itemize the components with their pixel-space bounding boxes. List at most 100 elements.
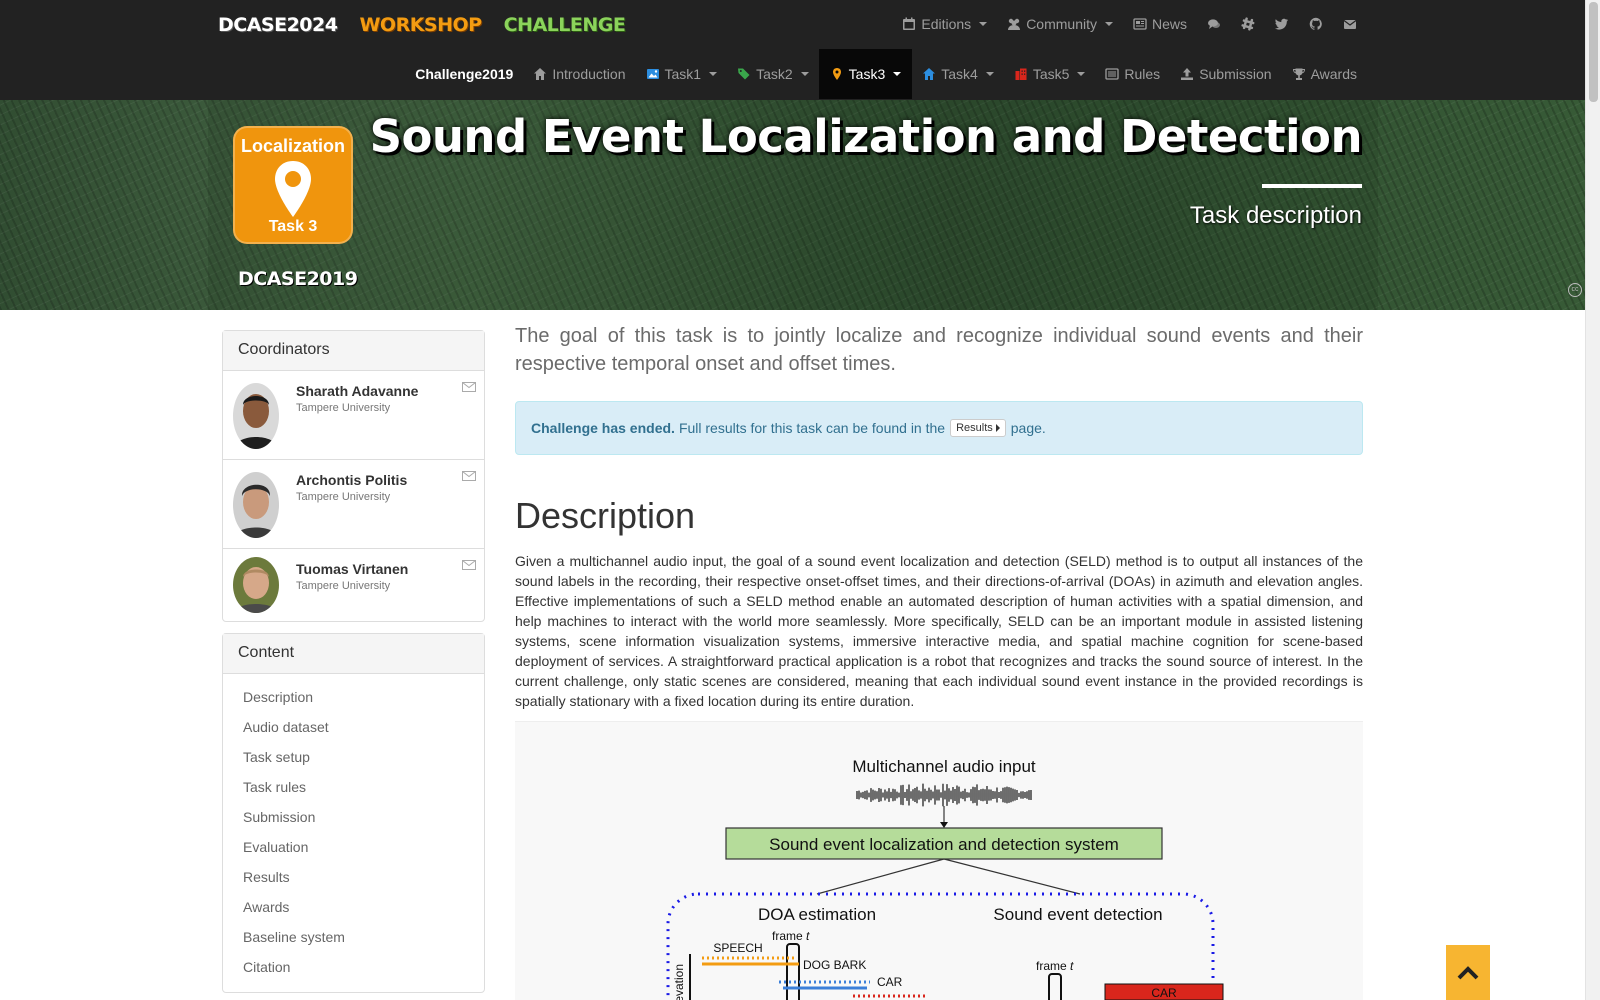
challenge-nav-menu: Challenge2019 Introduction Task1 Task2 T… [405, 49, 1367, 99]
nav-rules[interactable]: Rules [1095, 49, 1170, 99]
nav-task2-label: Task2 [756, 66, 793, 82]
calendar-icon [903, 17, 916, 30]
seld-diagram: Multichannel audio input Sound event loc… [666, 757, 1224, 1000]
figure-dogbark-label: DOG BARK [803, 958, 866, 972]
coordinator-affiliation: Tampere University [296, 580, 391, 592]
tags-icon [738, 68, 750, 80]
nav-awards[interactable]: Awards [1282, 49, 1367, 99]
list-icon [1105, 68, 1120, 80]
nav-task3[interactable]: Task3 [818, 49, 913, 99]
nav-editions[interactable]: Editions [892, 0, 997, 48]
slack-icon [1241, 17, 1255, 31]
toc-description[interactable]: Description [223, 682, 484, 712]
task3-badge: Localization Task 3 [233, 126, 353, 244]
results-button-label: Results [956, 422, 993, 434]
nav-email[interactable] [1333, 0, 1367, 48]
coordinator-name[interactable]: Tuomas Virtanen [296, 561, 408, 577]
alert-text: Full results for this task can be found … [678, 420, 946, 436]
nav-submission-label: Submission [1199, 66, 1272, 82]
nav-task1[interactable]: Task1 [636, 49, 728, 99]
nav-task2[interactable]: Task2 [727, 49, 819, 99]
trophy-icon [1292, 68, 1305, 80]
coordinator-name[interactable]: Sharath Adavanne [296, 383, 418, 399]
coordinator-card: Sharath Adavanne Tampere University [223, 371, 484, 460]
coordinators-panel: Coordinators Sharath Adavanne Tampere Un… [222, 330, 485, 622]
map-marker-icon [832, 68, 841, 80]
envelope-icon[interactable] [462, 560, 476, 570]
nav-rules-label: Rules [1124, 66, 1161, 82]
nav-awards-label: Awards [1310, 66, 1357, 82]
chevron-down-icon [985, 72, 994, 76]
coordinator-affiliation: Tampere University [296, 402, 391, 414]
content-heading: Content [223, 634, 484, 674]
hero-inner: Localization Task 3 DCASE2019 Sound Even… [208, 100, 1378, 310]
nav-challenge2019[interactable]: Challenge2019 [405, 49, 523, 99]
toc-citation[interactable]: Citation [223, 952, 484, 982]
scrollbar-thumb[interactable] [1589, 2, 1598, 102]
nav-slack[interactable] [1231, 0, 1265, 48]
users-icon [1008, 18, 1021, 30]
coordinator-affiliation: Tampere University [296, 491, 391, 503]
toc-audio-dataset[interactable]: Audio dataset [223, 712, 484, 742]
nav-task4-label: Task4 [941, 66, 978, 82]
description-paragraph: Given a multichannel audio input, the go… [515, 553, 1363, 709]
content-panel: Content Description Audio dataset Task s… [222, 633, 485, 993]
back-to-top-button[interactable] [1446, 945, 1490, 1000]
chevron-down-icon [709, 72, 718, 76]
home-icon [923, 68, 936, 80]
toc-awards[interactable]: Awards [223, 892, 484, 922]
nav-task5[interactable]: Task5 [1004, 49, 1096, 99]
hero-banner: Localization Task 3 DCASE2019 Sound Even… [0, 100, 1585, 310]
nav-github[interactable] [1299, 0, 1333, 48]
map-marker-icon [275, 161, 311, 217]
challenge-ended-alert: Challenge has ended. Full results for th… [515, 401, 1363, 455]
nav-forum[interactable] [1197, 0, 1231, 48]
envelope-icon[interactable] [462, 471, 476, 481]
nav-introduction[interactable]: Introduction [523, 49, 635, 99]
home-icon [534, 68, 547, 80]
avatar [233, 557, 279, 613]
figure-frame-label: frame t [772, 929, 810, 943]
figure-car-label: CAR [877, 975, 903, 989]
top-nav-menu: Editions Community News [892, 0, 1367, 48]
toc-results[interactable]: Results [223, 862, 484, 892]
page-scrollbar[interactable] [1585, 0, 1600, 1000]
coordinator-card: Archontis Politis Tampere University [223, 460, 484, 549]
top-navbar: DCASE2024 WORKSHOP CHALLENGE Editions Co… [0, 0, 1585, 100]
image-icon [646, 69, 659, 79]
brand-challenge[interactable]: CHALLENGE [504, 14, 626, 36]
toc-task-setup[interactable]: Task setup [223, 742, 484, 772]
coordinator-name[interactable]: Archontis Politis [296, 472, 407, 488]
nav-community[interactable]: Community [997, 0, 1123, 48]
results-button[interactable]: Results [950, 419, 1006, 437]
nav-task4[interactable]: Task4 [912, 49, 1004, 99]
twitter-icon [1275, 18, 1288, 30]
nav-submission[interactable]: Submission [1170, 49, 1281, 99]
brand-dcase[interactable]: DCASE2024 [218, 14, 338, 36]
toc-baseline-system[interactable]: Baseline system [223, 922, 484, 952]
upload-icon [1181, 68, 1194, 80]
badge-bottom-text: Task 3 [268, 218, 318, 235]
newspaper-icon [1133, 18, 1147, 30]
chevron-down-icon [800, 72, 809, 76]
seld-figure: Multichannel audio input Sound event loc… [515, 721, 1363, 1000]
nav-news-label: News [1151, 16, 1187, 32]
nav-twitter[interactable] [1265, 0, 1299, 48]
figure-sed-label: Sound event detection [993, 905, 1162, 924]
toc-evaluation[interactable]: Evaluation [223, 832, 484, 862]
creative-commons-icon[interactable]: cc [1568, 283, 1582, 297]
table-of-contents: Description Audio dataset Task setup Tas… [223, 674, 484, 992]
comments-icon [1208, 19, 1220, 29]
toc-task-rules[interactable]: Task rules [223, 772, 484, 802]
figure-elevation-label: elevation [672, 964, 686, 1000]
nav-editions-label: Editions [921, 16, 972, 32]
github-icon [1309, 17, 1322, 30]
brand-workshop[interactable]: WORKSHOP [359, 14, 482, 36]
brand-logo[interactable]: DCASE2024 WORKSHOP CHALLENGE [218, 12, 626, 38]
envelope-icon[interactable] [462, 382, 476, 392]
nav-news[interactable]: News [1123, 0, 1197, 48]
toc-submission[interactable]: Submission [223, 802, 484, 832]
nav-task1-label: Task1 [664, 66, 702, 82]
chevron-down-icon [979, 22, 988, 26]
nav-task3-label: Task3 [848, 66, 886, 82]
